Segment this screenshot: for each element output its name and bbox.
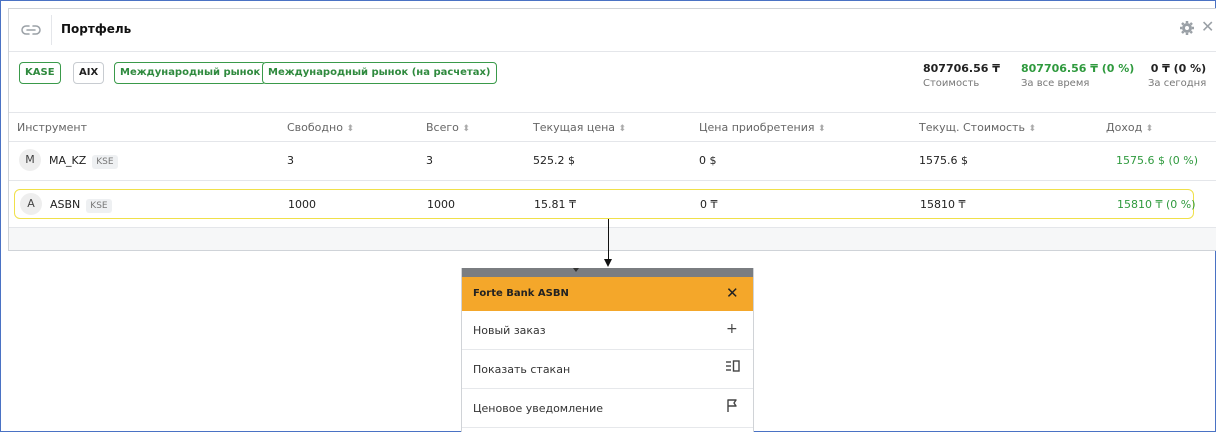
menu-item-label: Новый заказ	[473, 324, 546, 337]
stat-value-label: Стоимость	[923, 78, 980, 89]
stat-today-label: За сегодня	[1148, 78, 1207, 89]
sort-icon: ⬍	[346, 124, 354, 134]
filter-bar: KASE AIX Международный рынок Международн…	[9, 52, 1216, 113]
orderbook-icon	[726, 360, 740, 376]
instrument-cell: MA_KZ KSE	[49, 154, 118, 169]
sort-icon: ⬍	[1145, 124, 1154, 134]
stat-all-time: 807706.56 ₸ (0 %) За все время	[1021, 62, 1134, 89]
avatar: A	[20, 193, 42, 215]
avatar: M	[19, 149, 41, 171]
caret-down-icon	[573, 268, 579, 272]
context-menu-handle	[462, 268, 753, 277]
menu-item-new-order[interactable]: Новый заказ +	[462, 311, 753, 350]
stat-value: 807706.56 ₸ Стоимость	[923, 62, 1000, 89]
purchase-cell: 0 $	[699, 154, 717, 167]
context-menu: Forte Bank ASBN ✕ Новый заказ + Показать…	[461, 268, 754, 432]
table-footer	[9, 227, 1216, 250]
context-menu-header: Forte Bank ASBN ✕	[462, 277, 753, 311]
free-cell: 1000	[288, 198, 316, 211]
menu-item-label: Ценовое уведомление	[473, 402, 604, 415]
price-cell: 525.2 $	[533, 154, 575, 167]
total-cell: 3	[426, 154, 433, 167]
sort-icon: ⬍	[817, 124, 826, 134]
purchase-cell: 0 ₸	[700, 198, 718, 211]
income-cell: 1575.6 $ (0 %)	[1116, 154, 1199, 167]
sort-icon: ⬍	[1028, 124, 1036, 134]
table-row-selected[interactable]: A ASBN KSE 1000 1000 15.81 ₸ 0 ₸ 15810 ₸ …	[14, 189, 1196, 219]
filter-chip-international[interactable]: Международный рынок	[114, 62, 267, 84]
price-cell: 15.81 ₸	[534, 198, 576, 211]
free-cell: 3	[287, 154, 294, 167]
table-row[interactable]: M MA_KZ KSE 3 3 525.2 $ 0 $ 1575.6 $ 1575…	[9, 142, 1216, 181]
filter-chip-international-settlement[interactable]: Международный рынок (на расчетах)	[262, 62, 497, 84]
gear-icon[interactable]	[1179, 20, 1195, 36]
link-icon[interactable]	[21, 22, 41, 38]
flag-icon	[726, 399, 740, 417]
stat-today-amount: 0 ₸ (0 %)	[1150, 62, 1207, 75]
filter-chip-aix[interactable]: AIX	[73, 62, 105, 84]
sort-icon: ⬍	[618, 124, 627, 134]
total-cell: 1000	[427, 198, 455, 211]
stat-today: 0 ₸ (0 %) За сегодня	[1148, 62, 1206, 89]
column-total[interactable]: Всего ⬍	[426, 121, 470, 134]
table-header: Инструмент Свободно ⬍ Всего ⬍ Текущая це…	[9, 113, 1216, 142]
column-purchase-price[interactable]: Цена приобретения ⬍	[699, 121, 826, 134]
column-income[interactable]: Доход ⬍	[1106, 121, 1153, 134]
exchange-badge: KSE	[86, 199, 112, 213]
plus-icon: +	[726, 321, 738, 337]
filter-chip-kase[interactable]: KASE	[19, 62, 61, 84]
instrument-cell: ASBN KSE	[50, 198, 112, 213]
column-free[interactable]: Свободно ⬍	[287, 121, 354, 134]
close-icon[interactable]: ✕	[1201, 18, 1214, 36]
portfolio-panel: Портфель ✕ KASE AIX Международный рынок …	[8, 8, 1216, 251]
value-cell: 15810 ₸	[920, 198, 966, 211]
value-cell: 1575.6 $	[919, 154, 968, 167]
stat-value-amount: 807706.56 ₸	[923, 62, 1000, 75]
panel-title: Портфель	[61, 22, 132, 36]
stat-all-time-label: За все время	[1021, 78, 1090, 89]
context-menu-title: Forte Bank ASBN	[473, 288, 569, 299]
income-cell: 15810 ₸ (0 %)	[1117, 198, 1196, 211]
menu-item-orderbook[interactable]: Показать стакан	[462, 350, 753, 389]
stat-all-time-amount: 807706.56 ₸ (0 %)	[1021, 62, 1135, 75]
sort-icon: ⬍	[462, 124, 470, 134]
title-bar: Портфель ✕	[9, 9, 1216, 52]
column-current-value[interactable]: Текущ. Стоимость ⬍	[919, 121, 1036, 134]
menu-item-label: Показать стакан	[473, 363, 571, 376]
exchange-badge: KSE	[92, 155, 118, 169]
close-icon[interactable]: ✕	[726, 285, 739, 301]
menu-item-price-alert[interactable]: Ценовое уведомление	[462, 389, 753, 428]
title-separator	[51, 15, 52, 45]
column-instrument[interactable]: Инструмент	[17, 121, 87, 134]
callout-arrow	[608, 219, 609, 262]
column-current-price[interactable]: Текущая цена ⬍	[533, 121, 626, 134]
callout-arrow-head	[604, 259, 612, 267]
